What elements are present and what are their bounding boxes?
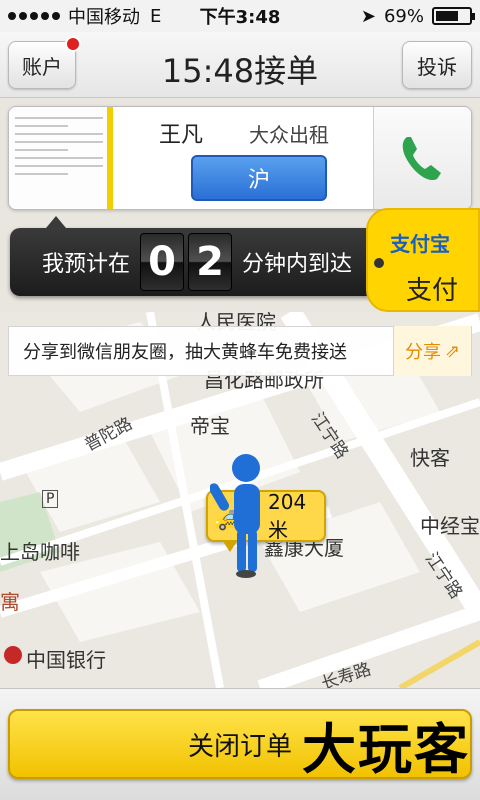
battery-icon: [432, 7, 475, 25]
tag-hole: [374, 258, 384, 268]
carrier: 中国移动: [68, 7, 140, 28]
receipt-thumbnail[interactable]: [9, 107, 113, 209]
complaint-label: 投诉: [417, 54, 457, 79]
eta-suffix: 分钟内到达: [242, 252, 353, 277]
complaint-button[interactable]: 投诉: [402, 41, 472, 89]
close-order-label: 关闭订单: [187, 731, 292, 762]
header: 账户 15:48接单 投诉: [0, 32, 480, 98]
share-icon: ⇗: [444, 340, 461, 362]
eta-prefix: 我预计在: [42, 252, 131, 277]
map-label-cafe: 上岛咖啡: [0, 540, 80, 564]
share-banner[interactable]: 分享到微信朋友圈，抽大黄蜂车免费接送 分享 ⇗: [8, 326, 472, 376]
phone-icon: [402, 137, 441, 181]
status-bar: 中国移动 E 下午3:48 ➤ 69%: [0, 0, 480, 32]
notification-badge: [65, 36, 81, 52]
network-type: E: [150, 5, 162, 27]
eta-bar: 我预计在 0 2 分钟内到达: [10, 216, 390, 296]
map-label-dibao: 帝宝: [190, 414, 230, 438]
map-label-bank: 中国银行: [26, 648, 106, 672]
map-label-restaurant: 快客: [410, 446, 450, 470]
page-title: 15:48接单: [161, 52, 319, 90]
share-label: 分享: [404, 342, 441, 363]
alipay-button[interactable]: 支付宝 支付: [366, 208, 480, 312]
alipay-label: 支付: [406, 276, 459, 306]
driver-name: 王凡: [159, 123, 204, 148]
alipay-logo: 支付宝: [390, 232, 450, 256]
map-label-zhongjing: 中经宝: [420, 514, 480, 538]
eta-digit-1: 0: [140, 233, 185, 291]
account-label: 账户: [22, 54, 62, 79]
share-text: 分享到微信朋友圈，抽大黄蜂车免费接送: [23, 342, 347, 363]
taxi-company: 大众出租: [249, 123, 329, 147]
call-button[interactable]: [373, 107, 471, 209]
share-button[interactable]: 分享 ⇗: [393, 326, 471, 376]
parking-icon: P: [42, 490, 59, 508]
signal-icon: [8, 12, 60, 20]
location-arrow-icon: ➤: [360, 5, 376, 27]
driver-card: 王凡 大众出租 沪: [8, 106, 472, 210]
map-label-yu: 寓: [0, 590, 20, 614]
bottom-bar: 关闭订单 大玩客: [0, 688, 480, 800]
watermark: 大玩客: [302, 718, 470, 781]
account-button[interactable]: 账户: [8, 36, 81, 89]
battery-percent: 69%: [383, 5, 424, 27]
distance-text: 204米: [268, 489, 307, 542]
eta-digit-2: 2: [188, 233, 233, 291]
bank-icon: [4, 646, 22, 664]
person-location-icon: [210, 454, 260, 578]
license-plate: 沪: [191, 155, 327, 201]
